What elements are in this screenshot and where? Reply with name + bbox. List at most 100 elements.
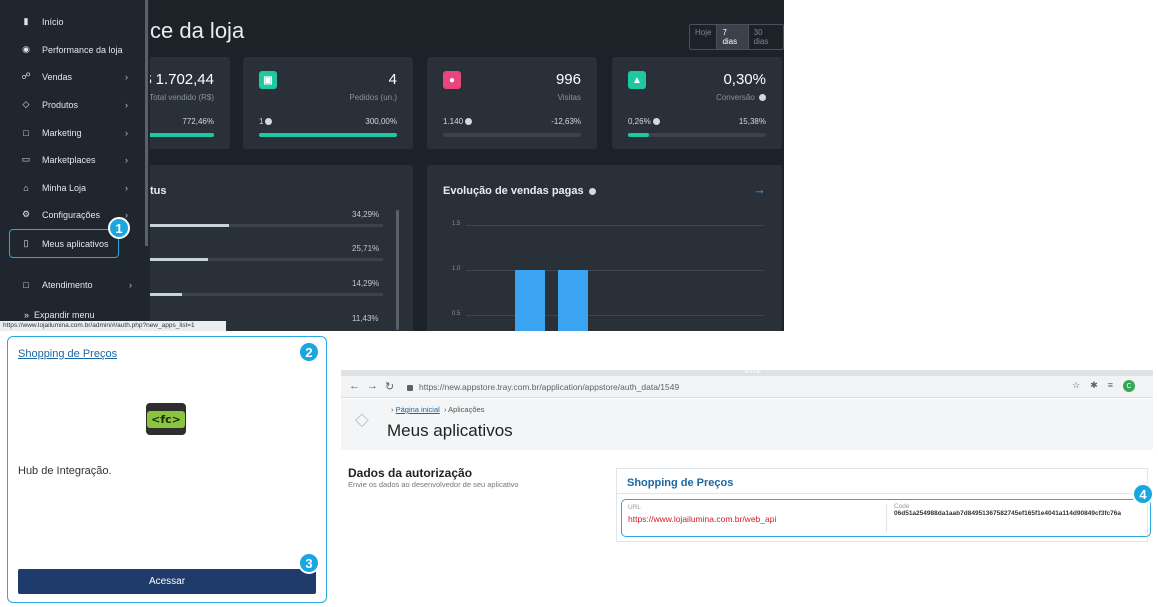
address-bar[interactable]: https://new.appstore.tray.com.br/applica…: [407, 380, 1057, 395]
stat-card-visits: ● 996 Visitas 1.140 -12,63%: [427, 57, 597, 149]
app-card: Shopping de Preços <fc> Hub de Integraçã…: [7, 336, 327, 603]
chart-bar[interactable]: [515, 270, 545, 331]
chevron-right-icon: ›: [129, 279, 132, 290]
stat-change: 15,38%: [738, 117, 766, 126]
page-header: ◇ › Página inicial › Aplicações Meus apl…: [341, 399, 1153, 450]
stat-previous: 0,26%: [628, 117, 660, 126]
browser-status-url: https://www.lojailumina.com.br/admin/#/a…: [0, 321, 226, 331]
chart-bar[interactable]: [558, 270, 588, 331]
info-icon: [652, 118, 660, 126]
auth-data-box: Shopping de Preços URL https://www.lojai…: [616, 468, 1151, 542]
megaphone-icon: □: [23, 127, 29, 138]
stat-change: 300,00%: [365, 117, 397, 126]
cart-icon: ▲: [628, 71, 646, 89]
grid-line: [466, 225, 764, 226]
panel-title: tus: [150, 185, 167, 197]
sidebar-item-meus-aplicativos[interactable]: ▯ Meus aplicativos: [9, 229, 119, 258]
panel-scrollbar[interactable]: [396, 210, 399, 330]
panel-title: Evolução de vendas pagas: [443, 185, 596, 197]
info-icon: [465, 118, 473, 126]
stat-card-orders: ▣ 4 Pedidos (un.) 1 300,00%: [243, 57, 413, 149]
expand-menu-button[interactable]: » Expandir menu: [24, 310, 95, 320]
stat-value: 0,30%: [723, 71, 766, 88]
grid-line: [466, 270, 764, 271]
gear-icon: ⚙: [21, 209, 31, 219]
stat-value: 4: [388, 71, 397, 88]
chevron-right-icon: ›: [125, 127, 128, 138]
sidebar-item-produtos[interactable]: ◇ Produtos ›: [0, 91, 146, 118]
sidebar-item-performance[interactable]: ◉ Performance da loja: [0, 36, 146, 63]
range-7-days[interactable]: 7 dias: [717, 25, 749, 49]
reading-list-icon[interactable]: ≡: [1108, 380, 1113, 392]
app-description: Hub de Integração.: [18, 465, 112, 477]
browser-toolbar: ← → ↻ https://new.appstore.tray.com.br/a…: [341, 376, 1153, 398]
home-icon: ⌂: [23, 182, 29, 193]
sidebar-item-atendimento[interactable]: □ Atendimento ›: [0, 271, 146, 298]
chat-icon: □: [23, 279, 29, 290]
access-button[interactable]: Acessar: [18, 569, 316, 594]
chevron-right-icon: ›: [125, 71, 128, 82]
sidebar-scrollbar[interactable]: [145, 0, 148, 246]
range-30-days[interactable]: 30 dias: [749, 25, 783, 49]
sidebar-item-marketing[interactable]: □ Marketing ›: [0, 119, 146, 146]
sales-bar-chart: 1.5 1.0 0.5: [442, 210, 764, 331]
status-fill: [148, 224, 229, 227]
browser-window: voce ← → ↻ https://new.appstore.tray.com…: [341, 366, 1153, 600]
section-title: Dados da autorização: [348, 466, 473, 480]
range-today[interactable]: Hoje: [690, 25, 718, 49]
page-title: Meus aplicativos: [387, 421, 513, 440]
tab-label[interactable]: voce: [744, 366, 761, 375]
sidebar-item-inicio[interactable]: ▮ Início: [0, 8, 146, 35]
page-title: ce da loja: [150, 18, 245, 43]
code-label: Code: [894, 503, 910, 510]
breadcrumb: › Página inicial › Aplicações: [391, 405, 485, 414]
grid-line: [466, 315, 764, 316]
chevron-right-icon: ›: [125, 154, 128, 165]
stat-label: Pedidos (un.): [349, 93, 397, 102]
bag-icon: ▣: [259, 71, 277, 89]
app-title-link[interactable]: Shopping de Preços: [18, 348, 117, 360]
stat-label: Visitas: [557, 93, 581, 102]
info-icon: [265, 118, 273, 126]
chevron-right-icon: ›: [125, 209, 128, 220]
help-icon: [588, 187, 596, 195]
progress-fill: [259, 133, 397, 137]
avatar[interactable]: C: [1123, 380, 1135, 392]
app-logo: <fc>: [146, 403, 186, 435]
sidebar-item-vendas[interactable]: ☍ Vendas ›: [0, 63, 146, 90]
stat-progress: [259, 133, 397, 137]
arrow-right-icon[interactable]: →: [753, 182, 766, 197]
reload-icon[interactable]: ↻: [385, 380, 394, 393]
stat-progress: [628, 133, 766, 137]
breadcrumb-home[interactable]: Página inicial: [396, 405, 440, 414]
section-subtitle: Envie os dados ao desenvolvedor de seu a…: [348, 480, 519, 489]
chart-icon: ▮: [23, 16, 29, 26]
back-icon[interactable]: ←: [349, 380, 360, 392]
step-badge-1: 1: [108, 217, 130, 239]
date-range-selector: Hoje 7 dias 30 dias: [689, 24, 784, 50]
stat-value: $ 1.702,44: [143, 71, 214, 88]
sidebar-item-minha-loja[interactable]: ⌂ Minha Loja ›: [0, 174, 146, 201]
stat-value: 996: [555, 71, 581, 88]
y-tick-label: 1.5: [452, 221, 461, 227]
status-fill: [148, 293, 182, 296]
divider: [617, 493, 1147, 494]
url-label: URL: [628, 504, 642, 511]
monitor-icon: ▭: [21, 154, 31, 164]
sidebar-item-marketplaces[interactable]: ▭ Marketplaces ›: [0, 146, 146, 173]
step-badge-4: 4: [1132, 483, 1154, 505]
y-tick-label: 0.5: [452, 311, 461, 317]
extension-icon[interactable]: ✱: [1090, 380, 1098, 392]
url-value[interactable]: https://www.lojailumina.com.br/web_api: [628, 514, 776, 524]
toolbar-icons: ☆ ✱ ≡ C: [1072, 380, 1135, 392]
lock-icon: [407, 384, 413, 391]
stat-card-conversion: ▲ 0,30% Conversão 0,26% 15,38%: [612, 57, 782, 149]
auth-app-title: Shopping de Preços: [627, 477, 734, 489]
code-value[interactable]: 06d51a254988da1aab7d84951367582745ef165f…: [894, 510, 1144, 518]
forward-icon[interactable]: →: [367, 380, 378, 392]
step-badge-2: 2: [298, 341, 320, 363]
stat-previous: 1.140: [443, 117, 473, 126]
stat-change: 772,46%: [182, 117, 214, 126]
phone-icon: ▯: [23, 238, 29, 248]
star-icon[interactable]: ☆: [1072, 380, 1080, 392]
